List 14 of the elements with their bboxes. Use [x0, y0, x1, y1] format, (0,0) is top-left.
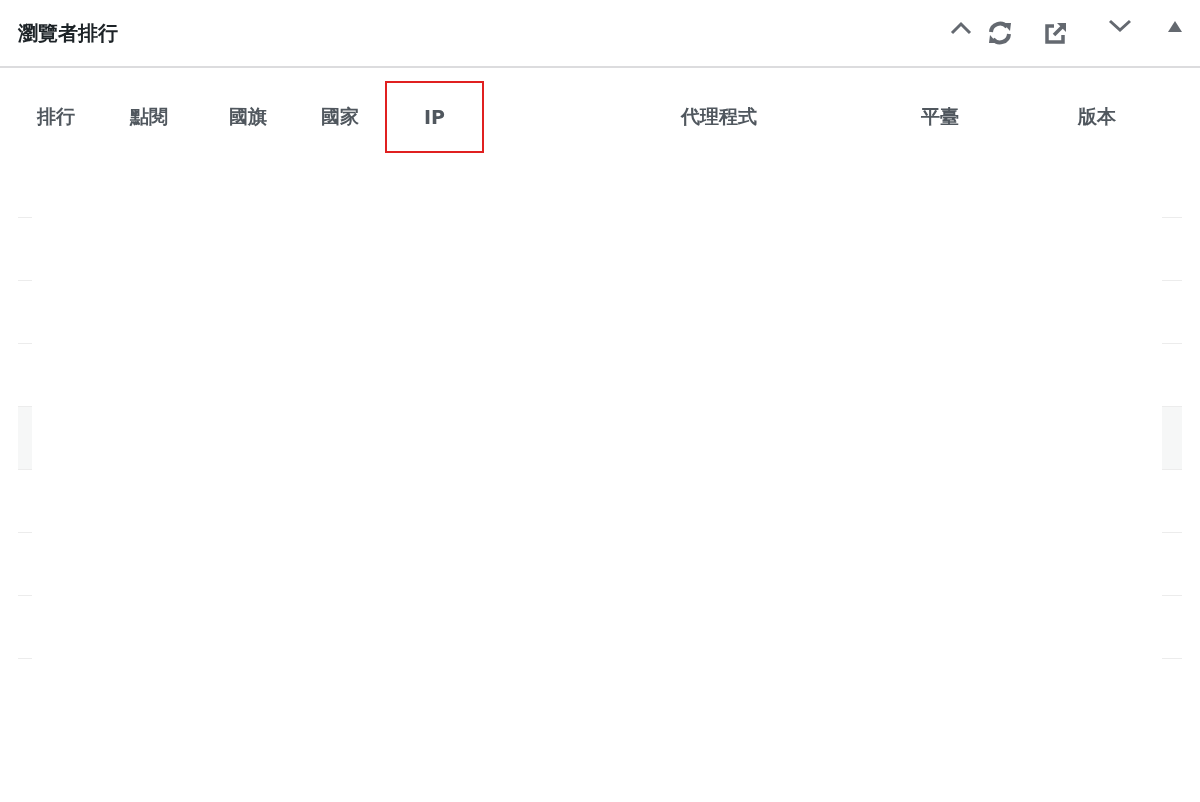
- column-header[interactable]: 國旗: [227, 84, 269, 150]
- column-header[interactable]: IP: [387, 83, 482, 151]
- column-header[interactable]: 平臺: [918, 84, 961, 150]
- chevron-up-icon[interactable]: [950, 21, 972, 35]
- column-header[interactable]: 版本: [1076, 84, 1118, 150]
- refresh-icon[interactable]: [986, 20, 1014, 46]
- column-header[interactable]: 排行: [35, 84, 77, 150]
- column-header[interactable]: 代理程式: [679, 84, 759, 150]
- panel-title: 瀏覽者排行: [18, 19, 118, 47]
- column-header[interactable]: 國家: [318, 84, 361, 150]
- triangle-up-icon[interactable]: [1168, 20, 1182, 32]
- external-link-icon[interactable]: [1044, 21, 1068, 45]
- chevron-down-icon[interactable]: [1108, 19, 1132, 33]
- column-header[interactable]: 點閱: [128, 84, 170, 150]
